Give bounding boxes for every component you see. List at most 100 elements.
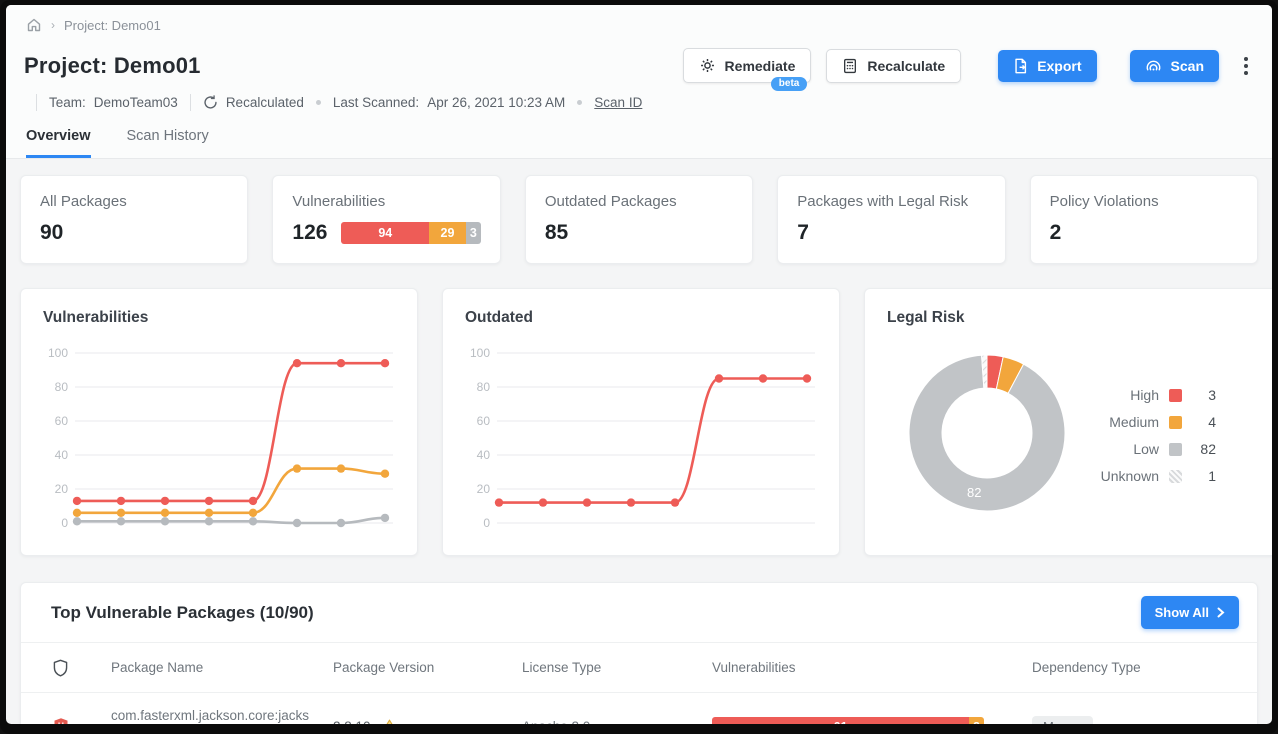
recalculate-button[interactable]: Recalculate <box>826 49 961 83</box>
license-type: Apache 2.0 <box>522 719 712 724</box>
tab-overview[interactable]: Overview <box>26 128 91 158</box>
stat-value: 2 <box>1050 221 1062 245</box>
svg-text:20: 20 <box>55 482 69 496</box>
legend-value: 1 <box>1182 468 1216 484</box>
legend-swatch <box>1169 470 1182 483</box>
scan-label: Scan <box>1171 58 1204 74</box>
title-row: Project: Demo01 Remediate beta <box>24 48 1254 83</box>
calculator-icon <box>842 58 858 74</box>
high-severity-shield-icon: H <box>47 717 111 724</box>
svg-text:82: 82 <box>967 485 981 500</box>
stat-label: Policy Violations <box>1050 193 1238 210</box>
recalculate-label: Recalculate <box>867 58 945 74</box>
svg-text:40: 40 <box>477 448 491 462</box>
scan-radar-icon <box>1145 58 1162 73</box>
legend-row: Low 82 <box>1087 441 1216 457</box>
table-column-headers: Package Name Package Version License Typ… <box>21 642 1257 693</box>
app-window: › Project: Demo01 Project: Demo01 Remedi… <box>6 5 1272 724</box>
package-version-cell: 2.8.10 <box>333 719 522 724</box>
breadcrumb: › Project: Demo01 <box>24 5 1254 35</box>
dot-separator <box>577 100 582 105</box>
vulnerabilities-line-chart: 020406080100 <box>43 341 395 542</box>
page-header: › Project: Demo01 Project: Demo01 Remedi… <box>6 5 1272 159</box>
svg-text:0: 0 <box>483 516 490 530</box>
tab-scan-history[interactable]: Scan History <box>127 128 209 158</box>
svg-text:80: 80 <box>55 380 69 394</box>
legend-row: Unknown 1 <box>1087 468 1216 484</box>
legend-label: Medium <box>1087 414 1159 430</box>
stat-card-all-packages: All Packages 90 <box>20 175 248 264</box>
breadcrumb-project: Project: Demo01 <box>64 18 161 33</box>
bar-segment: 2 <box>969 717 984 724</box>
show-all-button[interactable]: Show All <box>1141 596 1239 629</box>
recalculated-refresh-icon <box>203 95 218 110</box>
export-label: Export <box>1037 58 1081 74</box>
scan-button[interactable]: Scan <box>1130 50 1219 82</box>
stat-card-legal-risk: Packages with Legal Risk 7 <box>777 175 1005 264</box>
stat-card-outdated-packages: Outdated Packages 85 <box>525 175 753 264</box>
legend-label: High <box>1087 387 1159 403</box>
table-row[interactable]: H com.fasterxml.jackson.core:jackson-dat… <box>21 693 1257 724</box>
chevron-right-icon: › <box>51 18 55 32</box>
legal-risk-donut-chart: 82 <box>887 331 1087 540</box>
last-scanned-label: Last Scanned: <box>333 95 419 110</box>
more-options-kebab-icon[interactable] <box>1238 52 1254 80</box>
stat-value: 7 <box>797 221 809 245</box>
export-button[interactable]: Export <box>998 50 1096 82</box>
chart-title: Vulnerabilities <box>43 309 395 327</box>
warning-triangle-icon <box>381 719 398 724</box>
remediate-label: Remediate <box>725 58 796 74</box>
project-meta-row: Team: DemoTeam03 Recalculated Last Scann… <box>24 94 1254 111</box>
table-title: Top Vulnerable Packages (10/90) <box>51 603 314 623</box>
remediate-button[interactable]: Remediate beta <box>683 48 812 83</box>
donut-svg: 82 <box>887 331 1087 535</box>
legal-risk-donut-card: Legal Risk 82 High 3 Medium 4 Low 82 Unk… <box>864 288 1272 556</box>
package-name: com.fasterxml.jackson.core:jackson-datab… <box>111 706 333 724</box>
stat-card-row: All Packages 90 Vulnerabilities 126 9429… <box>20 175 1258 264</box>
svg-text:20: 20 <box>477 482 491 496</box>
package-version: 2.8.10 <box>333 719 371 724</box>
bar-segment: 3 <box>466 222 481 244</box>
col-package-version: Package Version <box>333 643 522 692</box>
stat-label: Packages with Legal Risk <box>797 193 985 210</box>
legend-row: Medium 4 <box>1087 414 1216 430</box>
svg-text:0: 0 <box>61 516 68 530</box>
vulnerabilities-line-chart-card: Vulnerabilities 020406080100 <box>20 288 418 556</box>
chart-title: Outdated <box>465 309 817 327</box>
screenshot-frame: › Project: Demo01 Project: Demo01 Remedi… <box>0 0 1278 734</box>
svg-text:60: 60 <box>55 414 69 428</box>
vulnerabilities-bar: 612 <box>712 717 984 724</box>
col-dependency-type: Dependency Type <box>1032 643 1257 692</box>
stat-label: All Packages <box>40 193 228 210</box>
home-icon[interactable] <box>26 17 42 33</box>
stat-label: Outdated Packages <box>545 193 733 210</box>
svg-text:H: H <box>58 721 64 724</box>
main-content: All Packages 90 Vulnerabilities 126 9429… <box>6 159 1272 724</box>
severity-shield-icon <box>47 659 111 677</box>
team-label: Team: <box>49 95 86 110</box>
charts-row: Vulnerabilities 020406080100 Outdated 02… <box>20 288 1258 556</box>
beta-badge: beta <box>771 77 808 91</box>
legend-label: Unknown <box>1087 468 1159 484</box>
recalculated-status: Recalculated <box>226 95 304 110</box>
show-all-label: Show All <box>1155 605 1209 620</box>
line-chart-svg: 020406080100 <box>465 341 817 537</box>
legend-label: Low <box>1087 441 1159 457</box>
team-value: DemoTeam03 <box>94 95 178 110</box>
legend-swatch <box>1169 389 1182 402</box>
svg-text:80: 80 <box>477 380 491 394</box>
chart-title: Legal Risk <box>887 309 1256 327</box>
stat-value: 90 <box>40 221 63 245</box>
outdated-line-chart: 020406080100 <box>465 341 817 542</box>
legend-swatch <box>1169 416 1182 429</box>
page-title: Project: Demo01 <box>24 53 201 79</box>
dot-separator <box>316 100 321 105</box>
scan-id-link[interactable]: Scan ID <box>594 95 642 110</box>
divider <box>190 94 191 111</box>
svg-text:40: 40 <box>55 448 69 462</box>
bar-segment: 94 <box>341 222 429 244</box>
bar-segment: 29 <box>429 222 466 244</box>
stat-card-policy-violations: Policy Violations 2 <box>1030 175 1258 264</box>
stat-value: 85 <box>545 221 568 245</box>
divider <box>36 94 37 111</box>
